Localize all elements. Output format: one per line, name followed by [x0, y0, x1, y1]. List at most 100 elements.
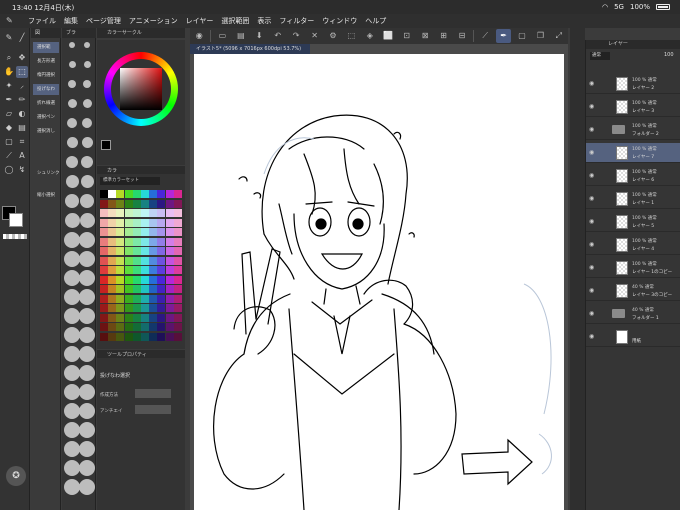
- brush-size-preset[interactable]: [81, 156, 93, 168]
- color-swatch[interactable]: [116, 247, 125, 255]
- brush-size-preset[interactable]: [79, 384, 95, 400]
- auto-select-icon[interactable]: ✦: [3, 80, 15, 92]
- copy-icon[interactable]: ❐: [533, 29, 547, 43]
- color-swatch[interactable]: [141, 266, 149, 274]
- layer-row[interactable]: ◉ 100 % 通常 レイヤー 7: [586, 143, 680, 163]
- color-swatch[interactable]: [124, 323, 133, 331]
- canvas-paper[interactable]: [194, 54, 564, 510]
- color-swatch[interactable]: [165, 237, 174, 246]
- menu-edit[interactable]: 編集: [60, 16, 82, 26]
- creation-method-buttons[interactable]: [135, 389, 171, 398]
- color-swatch[interactable]: [100, 294, 108, 303]
- layer-row[interactable]: ◉ 100 % 通常 レイヤー 5: [586, 212, 680, 232]
- menu-filter[interactable]: フィルター: [275, 16, 318, 26]
- color-swatch[interactable]: [173, 209, 182, 217]
- color-swatch[interactable]: [124, 275, 133, 284]
- color-swatch[interactable]: [149, 209, 158, 217]
- color-swatch[interactable]: [165, 199, 174, 208]
- brush-size-preset[interactable]: [79, 422, 95, 438]
- brush-size-preset[interactable]: [64, 270, 80, 286]
- color-swatch[interactable]: [157, 332, 166, 341]
- expand-canvas-icon[interactable]: ⤢: [552, 29, 566, 43]
- subtool-item[interactable]: 縮小選択: [33, 190, 59, 201]
- color-swatch[interactable]: [100, 199, 108, 208]
- color-swatch[interactable]: [124, 237, 133, 246]
- color-swatch[interactable]: [116, 209, 125, 217]
- settings-icon[interactable]: ⚙: [326, 29, 340, 43]
- color-swatch[interactable]: [165, 304, 174, 312]
- color-swatch[interactable]: [124, 294, 133, 303]
- menu-view[interactable]: 表示: [253, 16, 275, 26]
- color-swatch[interactable]: [132, 266, 141, 274]
- brush-size-preset[interactable]: [66, 156, 78, 168]
- visibility-eye-icon[interactable]: ◉: [589, 287, 597, 295]
- move-icon[interactable]: ✥: [16, 52, 28, 64]
- pen-snap-icon[interactable]: ✒: [496, 29, 511, 43]
- app-icon[interactable]: ◉: [192, 29, 206, 43]
- brush-size-preset[interactable]: [79, 460, 95, 476]
- color-swatch[interactable]: [124, 218, 133, 227]
- color-swatch[interactable]: [173, 228, 182, 236]
- brush-size-preset[interactable]: [79, 308, 95, 324]
- gradient-icon[interactable]: ▤: [16, 122, 28, 134]
- color-swatch[interactable]: [132, 218, 141, 227]
- color-swatch[interactable]: [165, 190, 174, 198]
- visibility-eye-icon[interactable]: ◉: [589, 264, 597, 272]
- subtool-item[interactable]: 長方形選: [33, 56, 59, 67]
- color-swatch[interactable]: [157, 285, 166, 293]
- color-swatch[interactable]: [116, 199, 125, 208]
- color-swatch[interactable]: [100, 332, 108, 341]
- color-swatch[interactable]: [157, 304, 166, 312]
- subtool-item[interactable]: 選択範: [33, 42, 59, 53]
- color-swatch[interactable]: [100, 228, 108, 236]
- color-swatch[interactable]: [100, 190, 108, 198]
- color-swatch[interactable]: [132, 285, 141, 293]
- color-swatch[interactable]: [100, 323, 108, 331]
- color-swatch[interactable]: [165, 247, 174, 255]
- fill-tool-icon[interactable]: ◆: [3, 122, 15, 134]
- brush-size-preset[interactable]: [64, 403, 80, 419]
- color-swatch[interactable]: [157, 266, 166, 274]
- color-swatch[interactable]: [116, 275, 125, 284]
- color-swatch[interactable]: [100, 285, 108, 293]
- color-swatch[interactable]: [173, 332, 182, 341]
- color-swatch[interactable]: [116, 285, 125, 293]
- brush-size-preset[interactable]: [79, 346, 95, 362]
- color-swatch[interactable]: [108, 294, 117, 303]
- hand-icon[interactable]: ✋: [3, 66, 15, 78]
- color-swatch[interactable]: [157, 237, 166, 246]
- ruler-icon[interactable]: ⟋: [478, 29, 492, 43]
- subtool-item[interactable]: 折れ線選: [33, 98, 59, 109]
- color-swatch[interactable]: [116, 266, 125, 274]
- deselect-icon[interactable]: ⬜: [381, 29, 395, 43]
- brush-size-preset[interactable]: [79, 479, 95, 495]
- color-swatch[interactable]: [116, 228, 125, 236]
- color-swatch[interactable]: [149, 275, 158, 284]
- color-swatch[interactable]: [100, 237, 108, 246]
- subtool-item[interactable]: シュリンク: [33, 168, 59, 179]
- brush-size-preset[interactable]: [64, 327, 80, 343]
- color-set-select[interactable]: 標準カラーセット: [100, 177, 160, 185]
- blend-mode-select[interactable]: 通常: [590, 52, 610, 60]
- color-swatch[interactable]: [124, 247, 133, 255]
- brush-size-preset[interactable]: [79, 251, 95, 267]
- color-swatch[interactable]: [100, 218, 108, 227]
- fill-icon[interactable]: ◈: [363, 29, 377, 43]
- color-swatch[interactable]: [141, 285, 149, 293]
- color-swatch[interactable]: [132, 323, 141, 331]
- color-swatch[interactable]: [100, 209, 108, 217]
- brush-size-preset[interactable]: [65, 175, 79, 188]
- color-swatch[interactable]: [124, 228, 133, 236]
- pen-tool-icon[interactable]: ✎: [3, 32, 15, 44]
- color-swatch[interactable]: [165, 285, 174, 293]
- selection-tool-icon[interactable]: ⬚: [16, 66, 28, 78]
- color-swatch[interactable]: [124, 209, 133, 217]
- subtool-item[interactable]: 選択ペン: [33, 112, 59, 123]
- color-swatch[interactable]: [124, 199, 133, 208]
- color-swatch[interactable]: [173, 304, 182, 312]
- brush-size-preset[interactable]: [64, 384, 80, 400]
- text-tool-icon[interactable]: A: [16, 150, 28, 162]
- color-swatch[interactable]: [173, 256, 182, 265]
- layer-row[interactable]: ◉ 40 % 通常 レイヤー 3のコピー: [586, 281, 680, 301]
- color-swatch[interactable]: [116, 294, 125, 303]
